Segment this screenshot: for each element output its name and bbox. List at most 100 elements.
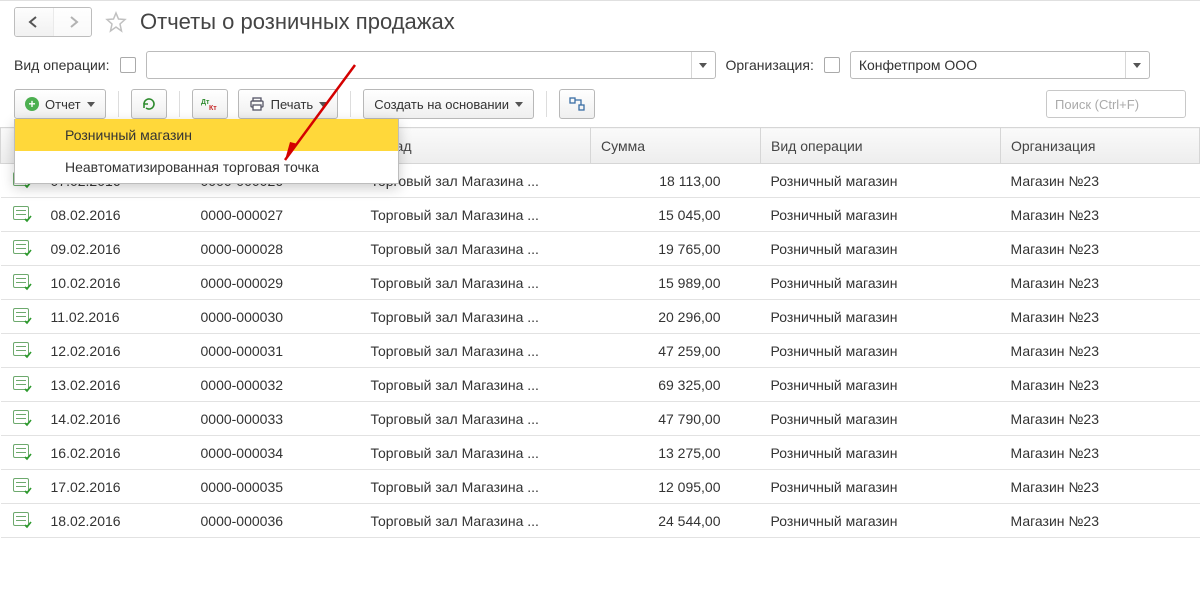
- chevron-down-icon: [319, 102, 327, 107]
- create-based-on-button[interactable]: Создать на основании: [363, 89, 534, 119]
- cell-sum: 18 113,00: [591, 164, 761, 198]
- row-status-icon: [1, 300, 41, 334]
- table-row[interactable]: 14.02.20160000-000033Торговый зал Магази…: [1, 402, 1200, 436]
- svg-text:Кт: Кт: [209, 105, 217, 111]
- cell-sum: 19 765,00: [591, 232, 761, 266]
- cell-org: Магазин №23: [1001, 300, 1200, 334]
- cell-number: 0000-000028: [191, 232, 361, 266]
- row-status-icon: [1, 402, 41, 436]
- cell-date: 17.02.2016: [41, 470, 191, 504]
- dtkt-button[interactable]: ДтКт: [192, 89, 228, 119]
- cell-operation: Розничный магазин: [761, 232, 1001, 266]
- cell-date: 16.02.2016: [41, 436, 191, 470]
- cell-number: 0000-000030: [191, 300, 361, 334]
- cell-number: 0000-000027: [191, 198, 361, 232]
- cell-sum: 69 325,00: [591, 368, 761, 402]
- chevron-down-icon: [1125, 52, 1149, 78]
- cell-date: 13.02.2016: [41, 368, 191, 402]
- cell-store: Торговый зал Магазина ...: [361, 368, 591, 402]
- nav-back-button[interactable]: [15, 8, 53, 36]
- cell-sum: 20 296,00: [591, 300, 761, 334]
- cell-org: Магазин №23: [1001, 436, 1200, 470]
- column-header-org[interactable]: Организация: [1001, 128, 1200, 164]
- operation-filter-checkbox[interactable]: [120, 57, 136, 73]
- create-based-on-label: Создать на основании: [374, 97, 509, 112]
- cell-org: Магазин №23: [1001, 164, 1200, 198]
- page-title: Отчеты о розничных продажах: [140, 9, 455, 35]
- link-icon: [569, 97, 585, 111]
- favorite-star-icon[interactable]: [102, 8, 130, 36]
- cell-operation: Розничный магазин: [761, 402, 1001, 436]
- org-filter-checkbox[interactable]: [824, 57, 840, 73]
- table-row[interactable]: 13.02.20160000-000032Торговый зал Магази…: [1, 368, 1200, 402]
- cell-number: 0000-000032: [191, 368, 361, 402]
- cell-operation: Розничный магазин: [761, 300, 1001, 334]
- cell-date: 14.02.2016: [41, 402, 191, 436]
- cell-org: Магазин №23: [1001, 368, 1200, 402]
- cell-sum: 47 259,00: [591, 334, 761, 368]
- printer-icon: [249, 97, 265, 111]
- cell-sum: 24 544,00: [591, 504, 761, 538]
- arrow-left-icon: [27, 16, 41, 28]
- cell-date: 12.02.2016: [41, 334, 191, 368]
- cell-operation: Розничный магазин: [761, 266, 1001, 300]
- print-button[interactable]: Печать: [238, 89, 339, 119]
- cell-operation: Розничный магазин: [761, 436, 1001, 470]
- cell-sum: 15 989,00: [591, 266, 761, 300]
- refresh-button[interactable]: [131, 89, 167, 119]
- table-row[interactable]: 17.02.20160000-000035Торговый зал Магази…: [1, 470, 1200, 504]
- cell-org: Магазин №23: [1001, 402, 1200, 436]
- cell-number: 0000-000035: [191, 470, 361, 504]
- arrow-right-icon: [66, 16, 80, 28]
- cell-org: Магазин №23: [1001, 266, 1200, 300]
- row-status-icon: [1, 232, 41, 266]
- report-create-button[interactable]: + Отчет: [14, 89, 106, 119]
- cell-store: Торговый зал Магазина ...: [361, 402, 591, 436]
- print-button-label: Печать: [271, 97, 314, 112]
- row-status-icon: [1, 368, 41, 402]
- search-input[interactable]: Поиск (Ctrl+F): [1046, 90, 1186, 118]
- table-row[interactable]: 10.02.20160000-000029Торговый зал Магази…: [1, 266, 1200, 300]
- toolbar-separator: [350, 91, 351, 117]
- structure-button[interactable]: [559, 89, 595, 119]
- toolbar-separator: [179, 91, 180, 117]
- cell-store: Торговый зал Магазина ...: [361, 436, 591, 470]
- report-dropdown-menu: Розничный магазин Неавтоматизированная т…: [14, 119, 399, 184]
- table-row[interactable]: 11.02.20160000-000030Торговый зал Магази…: [1, 300, 1200, 334]
- row-status-icon: [1, 470, 41, 504]
- table-row[interactable]: 18.02.20160000-000036Торговый зал Магази…: [1, 504, 1200, 538]
- cell-org: Магазин №23: [1001, 504, 1200, 538]
- refresh-icon: [141, 96, 157, 112]
- cell-sum: 15 045,00: [591, 198, 761, 232]
- cell-date: 11.02.2016: [41, 300, 191, 334]
- cell-date: 08.02.2016: [41, 198, 191, 232]
- table-row[interactable]: 16.02.20160000-000034Торговый зал Магази…: [1, 436, 1200, 470]
- cell-operation: Розничный магазин: [761, 198, 1001, 232]
- cell-store: Торговый зал Магазина ...: [361, 198, 591, 232]
- column-header-sum[interactable]: Сумма: [591, 128, 761, 164]
- cell-operation: Розничный магазин: [761, 470, 1001, 504]
- documents-table: Дата Номер Склад Сумма Вид операции Орга…: [0, 127, 1200, 538]
- table-row[interactable]: 12.02.20160000-000031Торговый зал Магази…: [1, 334, 1200, 368]
- report-button-label: Отчет: [45, 97, 81, 112]
- nav-forward-button[interactable]: [53, 8, 91, 36]
- row-status-icon: [1, 266, 41, 300]
- toolbar-separator: [118, 91, 119, 117]
- dropdown-item-retail-store[interactable]: Розничный магазин: [15, 119, 398, 151]
- column-header-operation[interactable]: Вид операции: [761, 128, 1001, 164]
- dropdown-item-nonauto-point[interactable]: Неавтоматизированная торговая точка: [15, 151, 398, 183]
- table-row[interactable]: 08.02.20160000-000027Торговый зал Магази…: [1, 198, 1200, 232]
- cell-store: Торговый зал Магазина ...: [361, 334, 591, 368]
- org-filter-value: Конфетпром ООО: [859, 57, 977, 73]
- cell-sum: 13 275,00: [591, 436, 761, 470]
- cell-operation: Розничный магазин: [761, 504, 1001, 538]
- cell-org: Магазин №23: [1001, 198, 1200, 232]
- cell-number: 0000-000031: [191, 334, 361, 368]
- cell-number: 0000-000034: [191, 436, 361, 470]
- org-filter-combo[interactable]: Конфетпром ООО: [850, 51, 1150, 79]
- operation-filter-label: Вид операции:: [14, 57, 110, 73]
- cell-store: Торговый зал Магазина ...: [361, 470, 591, 504]
- cell-date: 09.02.2016: [41, 232, 191, 266]
- operation-filter-combo[interactable]: [146, 51, 716, 79]
- table-row[interactable]: 09.02.20160000-000028Торговый зал Магази…: [1, 232, 1200, 266]
